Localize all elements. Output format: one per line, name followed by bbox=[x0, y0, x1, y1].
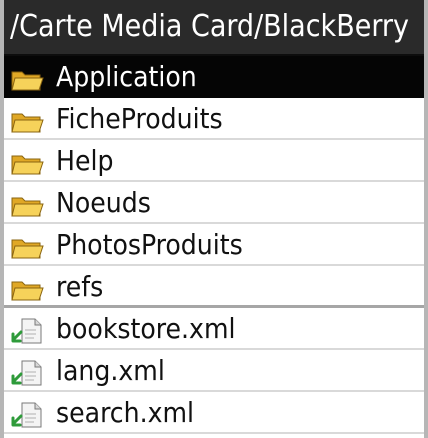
folder-row-refs[interactable]: refs bbox=[4, 266, 424, 308]
file-row-search[interactable]: search.xml bbox=[4, 392, 424, 434]
folder-label: Application bbox=[56, 60, 197, 93]
folder-icon bbox=[11, 113, 44, 133]
folder-icon bbox=[11, 281, 44, 301]
file-browser-screen: /Carte Media Card/BlackBerry Application… bbox=[0, 0, 428, 438]
file-shortcut-icon bbox=[11, 402, 42, 428]
path-header: /Carte Media Card/BlackBerry bbox=[4, 0, 424, 56]
folder-row-photosproduits[interactable]: PhotosProduits bbox=[4, 224, 424, 266]
current-path: /Carte Media Card/BlackBerry bbox=[10, 9, 409, 44]
folder-icon bbox=[11, 197, 44, 217]
file-row-bookstore[interactable]: bookstore.xml bbox=[4, 308, 424, 350]
file-list: Application FicheProduits Help Noeuds Ph… bbox=[4, 56, 424, 434]
folder-label: refs bbox=[56, 270, 104, 303]
folder-label: Help bbox=[56, 144, 114, 177]
folder-icon bbox=[11, 239, 44, 259]
folder-row-ficheproduits[interactable]: FicheProduits bbox=[4, 98, 424, 140]
file-label: bookstore.xml bbox=[56, 312, 236, 345]
folder-row-help[interactable]: Help bbox=[4, 140, 424, 182]
folder-label: FicheProduits bbox=[56, 102, 223, 135]
folder-icon bbox=[11, 155, 44, 175]
folder-row-noeuds[interactable]: Noeuds bbox=[4, 182, 424, 224]
file-label: lang.xml bbox=[56, 354, 165, 387]
frame-right-border bbox=[424, 0, 428, 438]
folder-icon bbox=[11, 71, 44, 91]
folder-label: PhotosProduits bbox=[56, 228, 243, 261]
file-shortcut-icon bbox=[11, 318, 42, 344]
file-shortcut-icon bbox=[11, 360, 42, 386]
file-row-lang[interactable]: lang.xml bbox=[4, 350, 424, 392]
file-label: search.xml bbox=[56, 396, 195, 429]
folder-label: Noeuds bbox=[56, 186, 151, 219]
folder-row-application[interactable]: Application bbox=[4, 56, 424, 98]
